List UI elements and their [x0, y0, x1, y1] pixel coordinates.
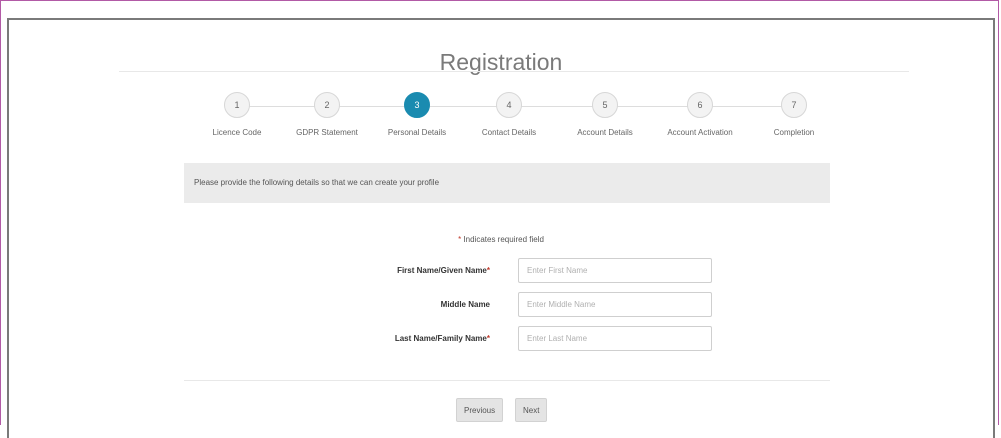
- form-divider: [184, 380, 830, 381]
- step-5-circle: 5: [592, 92, 618, 118]
- title-divider: [119, 71, 909, 72]
- step-2[interactable]: 2 GDPR Statement: [281, 92, 373, 137]
- last-name-row: Last Name/Family Name*: [9, 326, 993, 352]
- step-1-circle: 1: [224, 92, 250, 118]
- info-banner-text: Please provide the following details so …: [194, 178, 440, 187]
- step-progress: 1 Licence Code 2 GDPR Statement 3 Person…: [191, 92, 831, 142]
- step-3-label: Personal Details: [387, 128, 447, 137]
- step-3-circle: 3: [404, 92, 430, 118]
- required-note-text: Indicates required field: [461, 235, 544, 244]
- required-field-note: * Indicates required field: [9, 235, 993, 244]
- last-name-label-text: Last Name/Family Name: [394, 334, 487, 343]
- previous-button[interactable]: Previous: [456, 398, 504, 422]
- step-4-label: Contact Details: [481, 128, 537, 137]
- next-button[interactable]: Next: [515, 398, 548, 422]
- step-7-label: Completion: [773, 128, 815, 137]
- middle-name-row: Middle Name: [9, 292, 993, 318]
- step-6[interactable]: 6 Account Activation: [654, 92, 746, 137]
- middle-name-label-text: Middle Name: [440, 300, 490, 309]
- page-title: Registration: [439, 49, 563, 76]
- first-name-label-text: First Name/Given Name: [397, 266, 487, 275]
- step-5[interactable]: 5 Account Details: [559, 92, 651, 137]
- step-5-label: Account Details: [577, 128, 633, 137]
- step-1-label: Licence Code: [212, 128, 262, 137]
- step-6-label: Account Activation: [667, 128, 733, 137]
- middle-name-input[interactable]: [518, 292, 712, 317]
- info-banner: Please provide the following details so …: [184, 163, 830, 203]
- first-name-required-star: *: [486, 266, 490, 275]
- step-7-circle: 7: [781, 92, 807, 118]
- step-4[interactable]: 4 Contact Details: [463, 92, 555, 137]
- registration-window: Registration 1 Licence Code 2 GDPR State…: [7, 18, 995, 438]
- step-7[interactable]: 7 Completion: [748, 92, 840, 137]
- step-4-circle: 4: [496, 92, 522, 118]
- first-name-row: First Name/Given Name*: [9, 258, 993, 284]
- last-name-input[interactable]: [518, 326, 712, 351]
- step-6-circle: 6: [687, 92, 713, 118]
- step-2-circle: 2: [314, 92, 340, 118]
- first-name-label: First Name/Given Name*: [397, 266, 490, 275]
- step-3[interactable]: 3 Personal Details: [371, 92, 463, 137]
- middle-name-label: Middle Name: [441, 300, 490, 309]
- first-name-input[interactable]: [518, 258, 712, 283]
- last-name-required-star: *: [486, 334, 490, 343]
- step-1[interactable]: 1 Licence Code: [191, 92, 283, 137]
- last-name-label: Last Name/Family Name*: [395, 334, 490, 343]
- step-2-label: GDPR Statement: [296, 128, 358, 137]
